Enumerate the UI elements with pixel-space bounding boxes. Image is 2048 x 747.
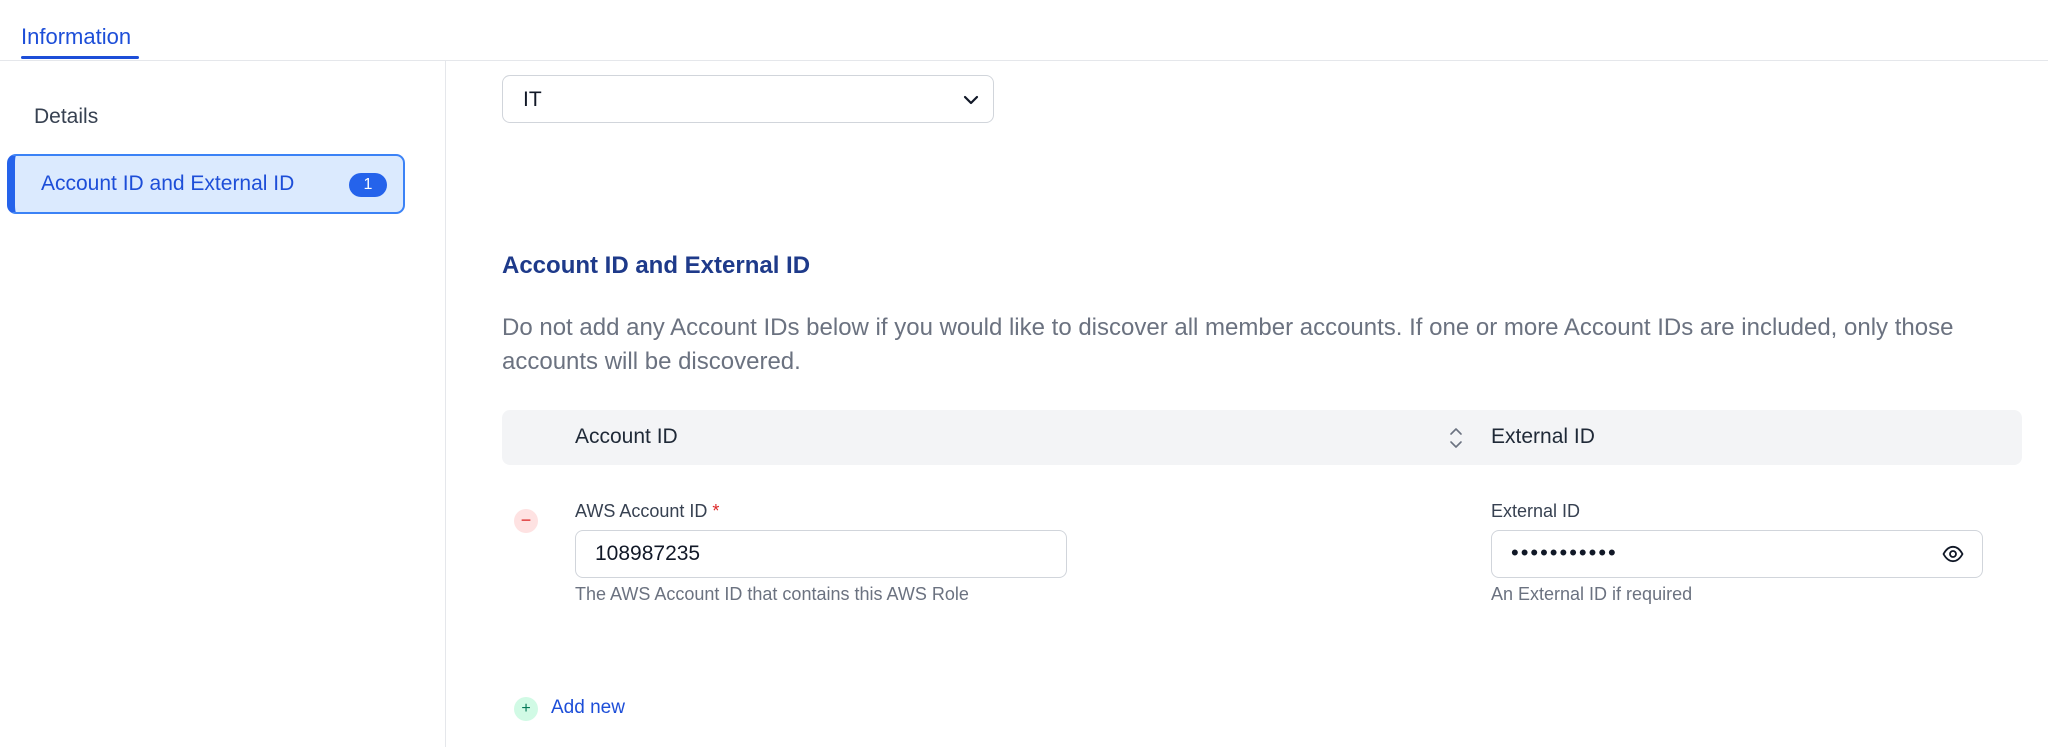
section-description: Do not add any Account IDs below if you … [502, 314, 1954, 375]
external-id-help: An External ID if required [1491, 584, 1693, 604]
tab-information[interactable]: Information [21, 24, 131, 50]
count-badge: 1 [349, 173, 387, 197]
column-header-account-id: Account ID [575, 425, 678, 448]
tab-bar: Information [0, 0, 2048, 61]
table-header: Account ID External ID [502, 410, 2022, 465]
external-id-label: External ID [1491, 501, 1581, 521]
section-title: Account ID and External ID [502, 252, 811, 279]
plus-icon: + [514, 697, 538, 721]
minus-icon: − [520, 510, 532, 530]
select-value: IT [523, 88, 542, 111]
eye-icon[interactable] [1942, 545, 1964, 563]
sidebar-item-label: Account ID and External ID [41, 172, 295, 195]
category-select[interactable]: IT [502, 75, 994, 123]
chevron-down-icon [963, 95, 979, 105]
external-id-input[interactable]: ••••••••••• [1491, 530, 1983, 578]
tab-active-indicator [21, 56, 139, 59]
sidebar: Details Account ID and External ID 1 [0, 61, 446, 747]
sort-icon[interactable] [1448, 425, 1464, 451]
add-new-label: Add new [551, 697, 625, 718]
sidebar-item-account-id[interactable]: Account ID and External ID 1 [7, 154, 405, 214]
column-header-external-id: External ID [1491, 425, 1595, 448]
sidebar-item-details[interactable]: Details [34, 105, 98, 129]
aws-account-id-input[interactable]: 108987235 [575, 530, 1067, 578]
remove-row-button[interactable]: − [514, 509, 538, 533]
required-mark: * [712, 501, 720, 521]
aws-account-id-help: The AWS Account ID that contains this AW… [575, 584, 969, 604]
aws-account-id-value: 108987235 [595, 542, 701, 565]
aws-account-id-label: AWS Account ID * [575, 501, 720, 521]
external-id-value: ••••••••••• [1511, 540, 1618, 565]
